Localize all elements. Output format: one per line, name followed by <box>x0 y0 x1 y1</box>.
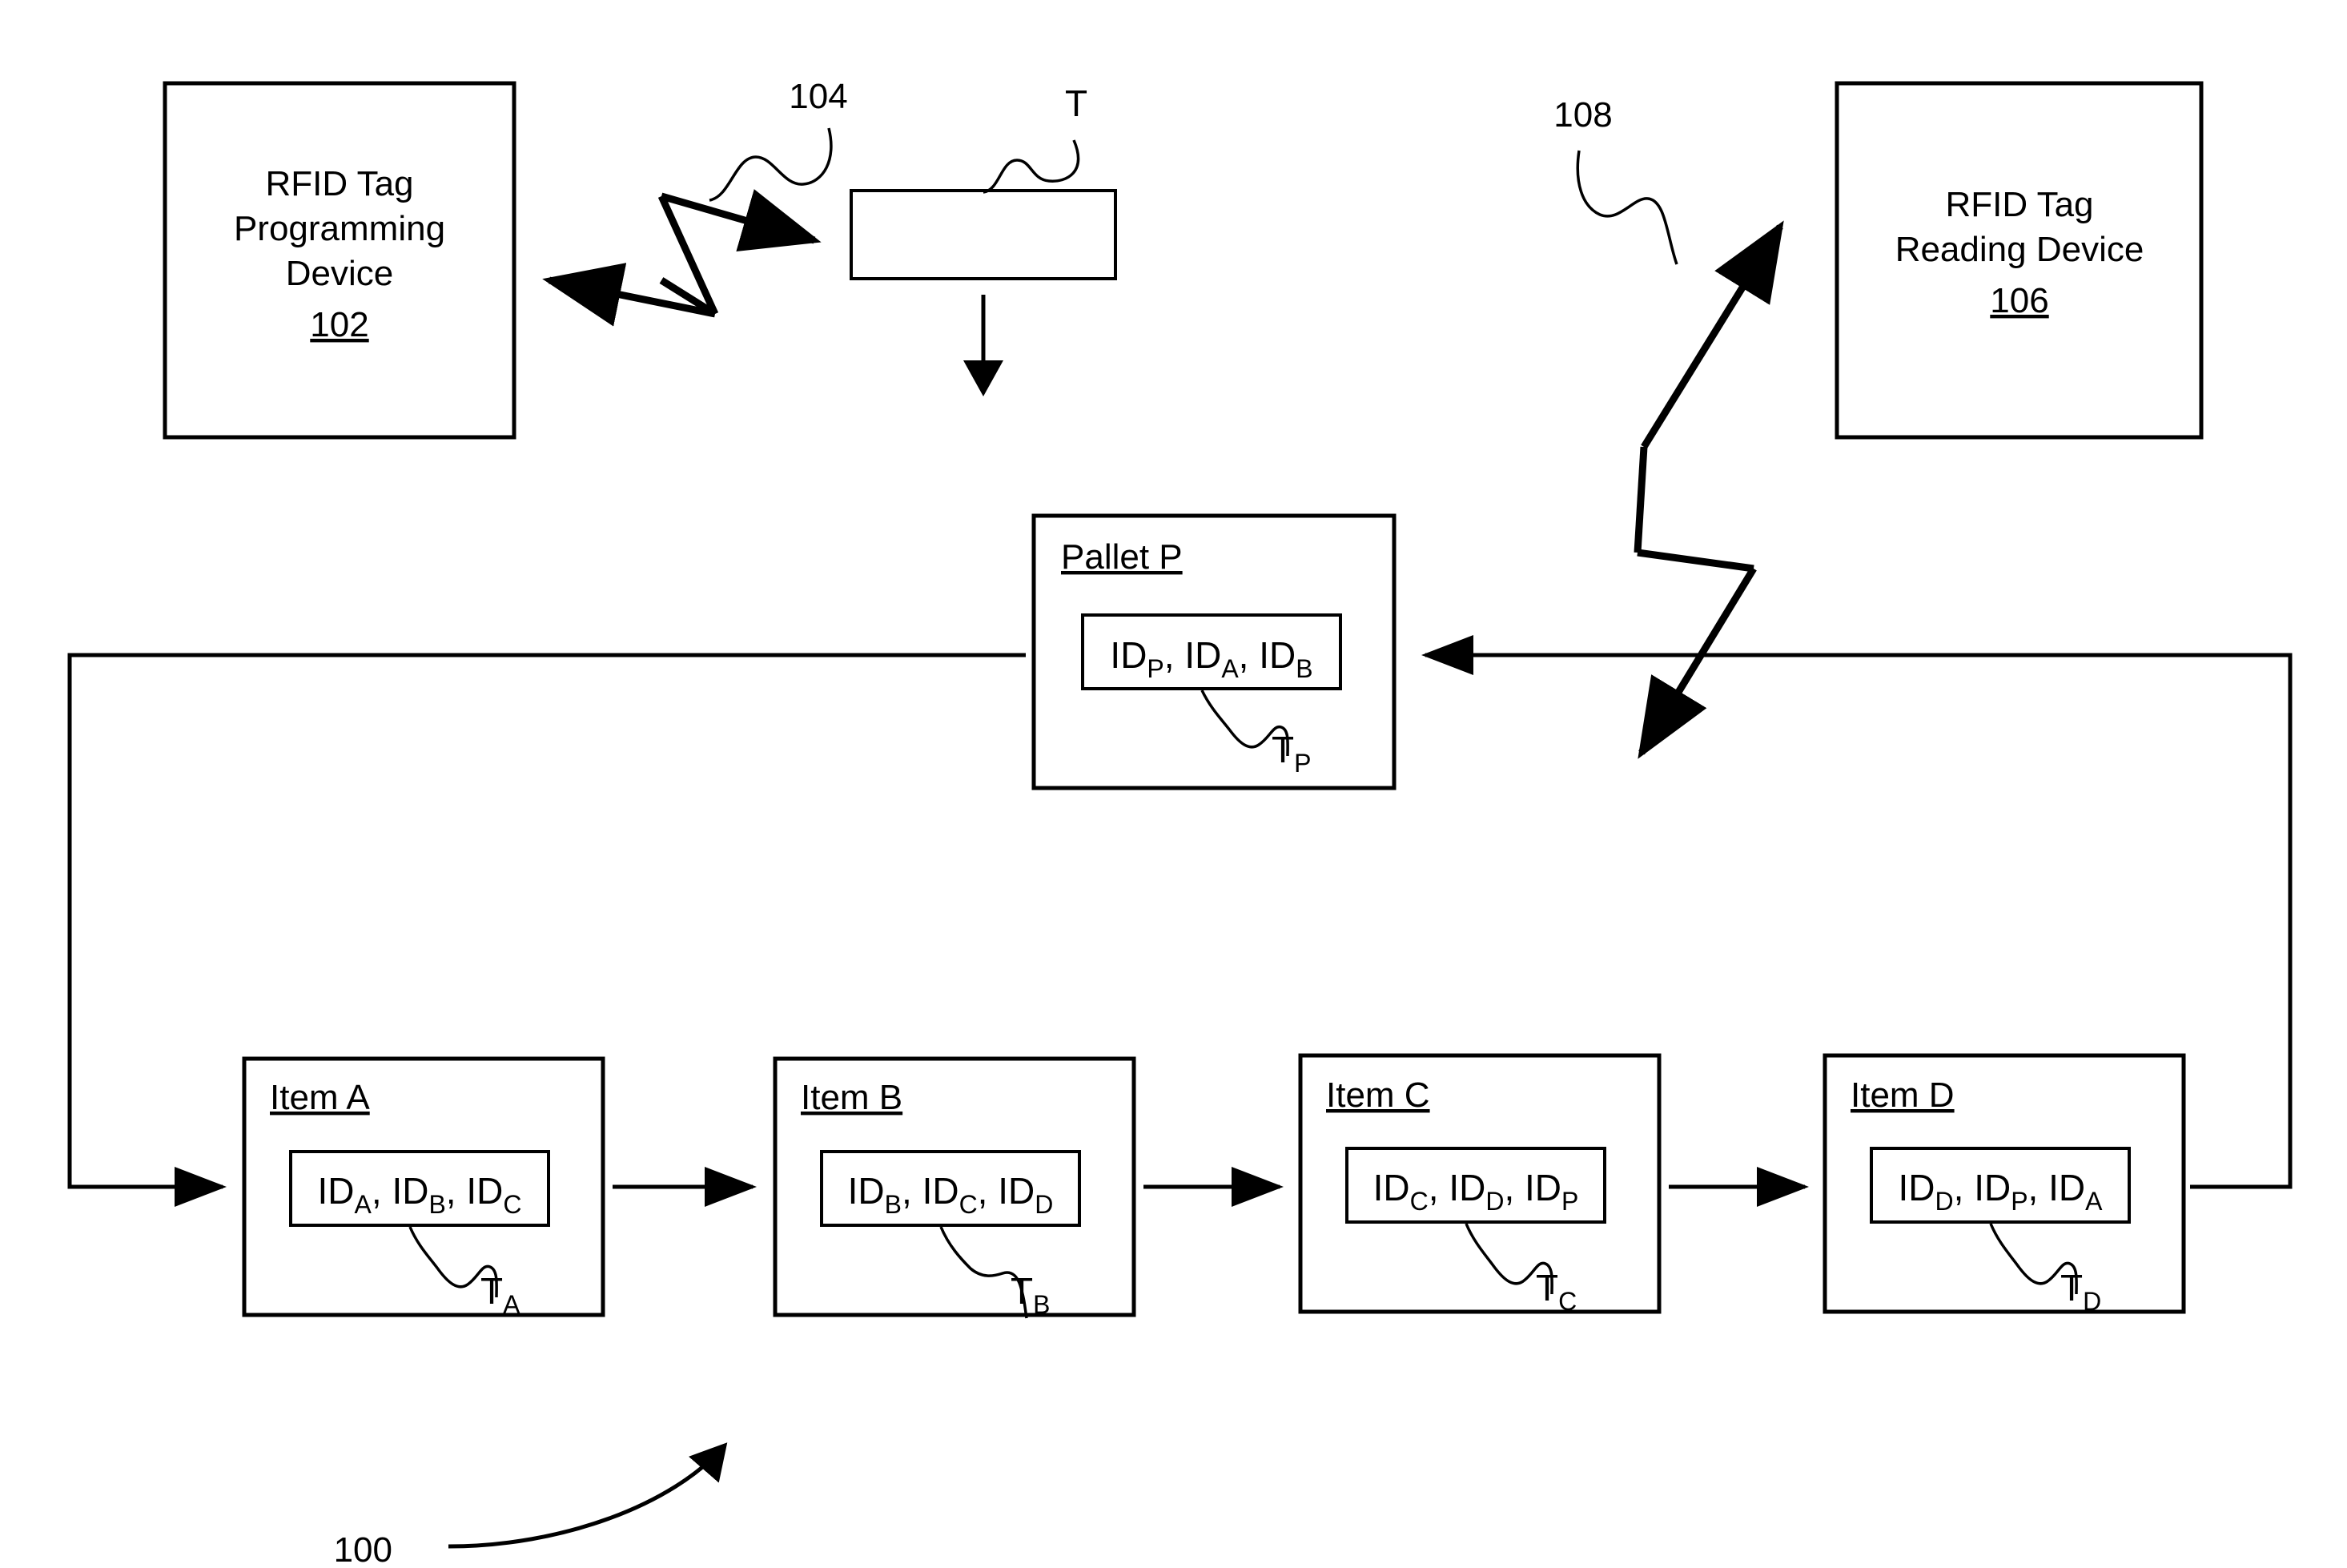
figure-ref-100: 100 <box>334 1442 728 1568</box>
item-d-tag-prefix: T <box>2060 1267 2083 1309</box>
item-c-title: Item C <box>1326 1075 1430 1115</box>
programming-signal-104: 104 <box>542 77 848 327</box>
item-a-id-0-prefix: ID <box>318 1170 355 1212</box>
item-a-id-1-sub: B <box>428 1190 445 1219</box>
item-c: Item C IDC, IDD, IDP TC <box>1298 1053 1662 1316</box>
item-c-id-2-sub: P <box>1561 1187 1578 1216</box>
signal-104-leader <box>709 127 833 202</box>
item-a-id-1-sep: , <box>446 1170 467 1212</box>
blank-tag-label: T <box>1065 82 1087 124</box>
signal-104-ref: 104 <box>789 77 847 116</box>
item-d-id-1-sep: , <box>2028 1167 2049 1208</box>
item-a-id-1-prefix: ID <box>392 1170 428 1212</box>
item-b-id-1-sub: C <box>959 1190 978 1219</box>
item-b-id-list: IDB, IDC, IDD <box>848 1170 1054 1219</box>
item-c-tag-prefix: T <box>1536 1267 1558 1309</box>
pallet-id-list: IDP, IDA, IDB <box>1110 634 1312 683</box>
item-d-id-1-prefix: ID <box>1974 1167 2011 1208</box>
item-a-id-2-prefix: ID <box>466 1170 503 1212</box>
item-c-id-2-prefix: ID <box>1525 1167 1561 1208</box>
item-b: Item B IDB, IDC, IDD TB <box>773 1056 1136 1319</box>
pallet-id-2-prefix: ID <box>1259 634 1296 676</box>
item-d-tag-sub: D <box>2083 1287 2101 1316</box>
item-b-id-0-sep: , <box>902 1170 922 1212</box>
item-c-id-1-sep: , <box>1504 1167 1525 1208</box>
item-b-id-1-prefix: ID <box>922 1170 959 1212</box>
blank-tag-box <box>850 189 1117 280</box>
item-c-id-0-prefix: ID <box>1373 1167 1410 1208</box>
item-a: Item A IDA, IDB, IDC TA <box>242 1056 605 1319</box>
item-c-id-list: IDC, IDD, IDP <box>1373 1167 1579 1216</box>
item-d: Item D IDD, IDP, IDA TD <box>1823 1053 2186 1316</box>
pallet-title: Pallet P <box>1061 537 1183 577</box>
item-a-id-0-sub: A <box>355 1190 372 1219</box>
item-a-tag-sub: A <box>503 1290 520 1319</box>
pallet-id-0-sep: , <box>1164 634 1185 676</box>
item-c-id-0-sub: C <box>1410 1187 1429 1216</box>
pallet-id-2-sub: B <box>1296 654 1312 683</box>
item-a-id-list: IDA, IDB, IDC <box>318 1170 522 1219</box>
item-d-id-2-prefix: ID <box>2048 1167 2085 1208</box>
blank-rfid-tag: T <box>850 82 1117 396</box>
item-b-tag-sub: B <box>1033 1290 1050 1319</box>
item-c-id-0-sep: , <box>1429 1167 1449 1208</box>
item-c-id-1-sub: D <box>1485 1187 1504 1216</box>
programming-device-ref: 102 <box>310 305 368 344</box>
figure-ref-label: 100 <box>334 1530 392 1568</box>
pallet-tag-prefix: T <box>1272 729 1294 770</box>
signal-104-to-tag <box>660 189 822 252</box>
signal-108-to-reader <box>1641 220 1784 449</box>
programming-device-line3: Device <box>286 254 394 293</box>
rfid-tag-reading-device: RFID Tag Reading Device 106 <box>1835 81 2204 440</box>
blank-tag-leader <box>983 139 1080 194</box>
item-a-title: Item A <box>270 1078 370 1117</box>
item-b-tag-prefix: T <box>1011 1270 1033 1312</box>
item-b-id-1-sep: , <box>978 1170 999 1212</box>
item-d-id-1-sub: P <box>2011 1187 2028 1216</box>
signal-108-ref: 108 <box>1553 95 1612 135</box>
item-a-tag-prefix: T <box>480 1270 503 1312</box>
item-b-id-2-sub: D <box>1035 1190 1053 1219</box>
signal-108-leader <box>1576 150 1678 265</box>
item-d-id-list: IDD, IDP, IDA <box>1899 1167 2104 1216</box>
pallet-id-0-prefix: ID <box>1110 634 1147 676</box>
patent-figure: RFID Tag Programming Device 102 RFID Tag… <box>0 0 2347 1568</box>
signal-108-zigzag-1 <box>1634 446 1648 553</box>
item-b-title: Item B <box>801 1078 902 1117</box>
item-d-id-2-sub: A <box>2085 1187 2103 1216</box>
rfid-tag-programming-device: RFID Tag Programming Device 102 <box>163 81 516 440</box>
pallet-p: Pallet P IDP, IDA, IDB TP <box>1031 513 1397 790</box>
item-c-tag-sub: C <box>1558 1287 1577 1316</box>
item-b-id-2-prefix: ID <box>998 1170 1035 1212</box>
item-d-id-0-sep: , <box>1954 1167 1975 1208</box>
item-c-id-1-prefix: ID <box>1449 1167 1485 1208</box>
pallet-tag-sub: P <box>1294 749 1311 778</box>
programming-device-line2: Programming <box>234 209 445 248</box>
item-d-title: Item D <box>1851 1075 1955 1115</box>
reading-device-line1: RFID Tag <box>1945 185 2093 224</box>
item-b-id-0-sub: B <box>885 1190 902 1219</box>
reading-device-ref: 106 <box>1990 281 2048 320</box>
item-d-id-0-prefix: ID <box>1899 1167 1935 1208</box>
item-d-id-0-sub: D <box>1935 1187 1954 1216</box>
pallet-id-0-sub: P <box>1147 654 1163 683</box>
pallet-id-1-prefix: ID <box>1184 634 1221 676</box>
reading-device-line2: Reading Device <box>1895 230 2144 269</box>
signal-108-zigzag-2 <box>1637 549 1754 573</box>
pallet-id-1-sep: , <box>1239 634 1260 676</box>
programming-device-line1: RFID Tag <box>265 164 413 203</box>
item-b-id-0-prefix: ID <box>848 1170 885 1212</box>
item-a-id-0-sep: , <box>372 1170 392 1212</box>
figure-ref-arrow <box>448 1442 728 1549</box>
pallet-id-1-sub: A <box>1221 654 1239 683</box>
item-a-id-2-sub: C <box>503 1190 521 1219</box>
signal-108-to-pallet <box>1638 566 1757 759</box>
